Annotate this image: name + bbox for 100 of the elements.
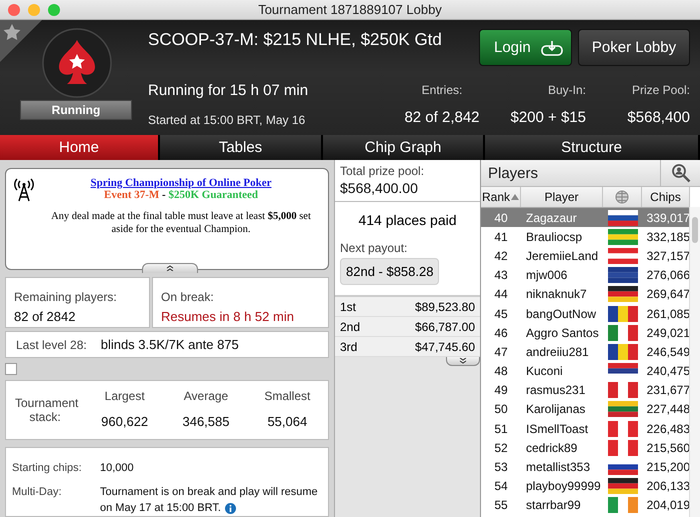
player-row[interactable]: 47 andreiiu281 246,549 — [481, 342, 690, 362]
rank-column-header[interactable]: Rank — [481, 187, 521, 207]
payout-amount: $89,523.80 — [414, 300, 475, 314]
login-button[interactable]: Login — [479, 29, 572, 66]
flag-icon — [608, 248, 638, 264]
resume-countdown: Resumes in 8 h 52 min — [161, 308, 295, 324]
player-row[interactable]: 44 niknaknuk7 269,647 — [481, 284, 690, 304]
flag-icon — [608, 401, 638, 418]
chips-cell-text: 226,483 — [646, 422, 690, 436]
chips-cell-text: 227,448 — [646, 402, 690, 416]
collapse-tab[interactable] — [142, 262, 198, 273]
favorite-star-icon[interactable] — [0, 20, 42, 62]
zoom-button[interactable] — [48, 4, 60, 16]
next-payout-label: Next payout: — [340, 241, 408, 255]
poker-lobby-button[interactable]: Poker Lobby — [578, 29, 690, 66]
flag-icon — [608, 228, 638, 245]
player-name: JeremiieLand — [525, 248, 600, 263]
rank-cell-text: 50 — [493, 402, 509, 416]
tournament-title: SCOOP-37-M: $215 NLHE, $250K Gtd — [148, 30, 443, 50]
info-value: 10,000 — [100, 461, 135, 476]
notice-text: Any deal made at the final table must leave at least $5,000 set aside for the eventual Champion. — [51, 210, 311, 236]
chips-cell-text: 339,017 — [646, 210, 690, 225]
player-row[interactable]: 51 ISmellToast 226,483 — [481, 419, 690, 438]
rank-cell-text: 45 — [493, 306, 509, 321]
info-value: Tournament is on break and play will resume on May 17 at 15:00 BRT. — [100, 485, 319, 516]
player-row[interactable]: 40 Zagazaur 339,017 — [481, 208, 690, 228]
total-prize-label: Total prize pool: — [340, 164, 426, 178]
spade-logo-icon — [42, 28, 112, 98]
player-name: cedrick89 — [525, 440, 578, 455]
player-row[interactable]: 53 metallist353 215,200 — [481, 457, 690, 477]
stat-value: $200 + $15 — [510, 109, 586, 126]
player-row[interactable]: 41 Brauliocsp 332,185 — [481, 227, 690, 246]
player-column-header[interactable]: Player — [521, 187, 603, 207]
player-row[interactable]: 42 JeremiieLand 327,157 — [481, 246, 690, 266]
flag-icon — [608, 267, 638, 284]
level-label: Last level 28: — [16, 338, 87, 352]
chips-column-header[interactable]: Chips — [642, 187, 690, 207]
player-name: Zagazaur — [525, 210, 578, 225]
login-icon — [541, 40, 563, 56]
chips-cell-text: 204,019 — [646, 498, 690, 512]
rank-cell-text: 52 — [493, 440, 509, 455]
level-value: blinds 3.5K/7K ante 875 — [100, 337, 239, 352]
player-row[interactable]: 45 bangOutNow 261,085 — [481, 304, 690, 324]
stat-value: $568,400 — [627, 109, 690, 126]
checkbox[interactable] — [5, 363, 17, 376]
stat-value: 82 of 2,842 — [404, 109, 480, 126]
player-name: Kuconi — [525, 364, 564, 378]
player-name: bangOutNow — [525, 306, 598, 321]
expand-tab[interactable] — [446, 357, 480, 366]
flag-icon — [608, 324, 638, 341]
chips-cell-text: 269,647 — [646, 287, 690, 302]
tab[interactable]: Structure — [485, 135, 700, 160]
player-row[interactable]: 55 starrbar99 204,019 — [481, 496, 690, 515]
payout-amount: $47,745.60 — [414, 340, 475, 354]
total-prize-value: $568,400.00 — [340, 180, 419, 196]
player-name: andreiiu281 — [525, 344, 590, 359]
player-row[interactable]: 48 Kuconi 240,475 — [481, 362, 690, 381]
chips-cell-text: 240,475 — [646, 364, 690, 378]
flag-icon — [608, 344, 638, 360]
rank-cell-text: 55 — [493, 498, 509, 512]
player-row[interactable]: 50 Karolijanas 227,448 — [481, 400, 690, 420]
event-line: Event 37-M - $250K Guaranteed — [104, 189, 258, 201]
player-name: mjw006 — [525, 268, 568, 282]
globe-icon — [615, 190, 629, 204]
close-button[interactable] — [8, 4, 20, 16]
player-name: Karolijanas — [525, 402, 586, 416]
stack-value: 960,622 — [101, 414, 148, 429]
player-row[interactable]: 52 cedrick89 215,560 — [481, 438, 690, 458]
running-time: Running for 15 h 07 min — [148, 82, 310, 99]
payout-amount: $66,787.00 — [414, 320, 475, 334]
player-row[interactable]: 46 Aggro Santos 249,021 — [481, 323, 690, 342]
flag-icon — [608, 497, 638, 514]
info-icon[interactable] — [224, 502, 236, 514]
championship-link[interactable]: Spring Championship of Online Poker — [90, 177, 272, 189]
tab[interactable]: Home — [0, 135, 160, 160]
rank-cell-text: 46 — [493, 326, 509, 340]
break-label: On break: — [161, 290, 215, 304]
collapse-icon — [165, 265, 175, 272]
player-row[interactable]: 54 playboy99999 206,133 — [481, 476, 690, 496]
flag-icon — [608, 478, 638, 494]
players-title: Players — [487, 164, 538, 182]
player-row[interactable]: 43 mjw006 276,066 — [481, 266, 690, 285]
stack-column-label: Smallest — [264, 389, 310, 404]
flag-icon — [608, 306, 638, 322]
rank-cell-text: 53 — [493, 460, 509, 474]
info-label: Starting chips: — [12, 461, 83, 476]
chips-cell-text: 215,200 — [646, 460, 690, 474]
tab[interactable]: Tables — [160, 135, 323, 160]
player-name: Brauliocsp — [525, 230, 584, 244]
player-name: niknaknuk7 — [525, 287, 588, 302]
stat-label: Buy-In: — [548, 83, 586, 97]
stat-label: Prize Pool: — [632, 83, 690, 97]
rank-cell-text: 51 — [493, 422, 509, 436]
tab[interactable]: Chip Graph — [323, 135, 485, 160]
player-row[interactable]: 49 rasmus231 231,677 — [481, 380, 690, 400]
search-icon — [670, 163, 690, 183]
rank-cell-text: 43 — [493, 268, 509, 282]
rank-cell-text: 54 — [493, 479, 509, 494]
stack-column-label: Average — [184, 389, 228, 404]
scrollbar[interactable] — [689, 207, 700, 517]
